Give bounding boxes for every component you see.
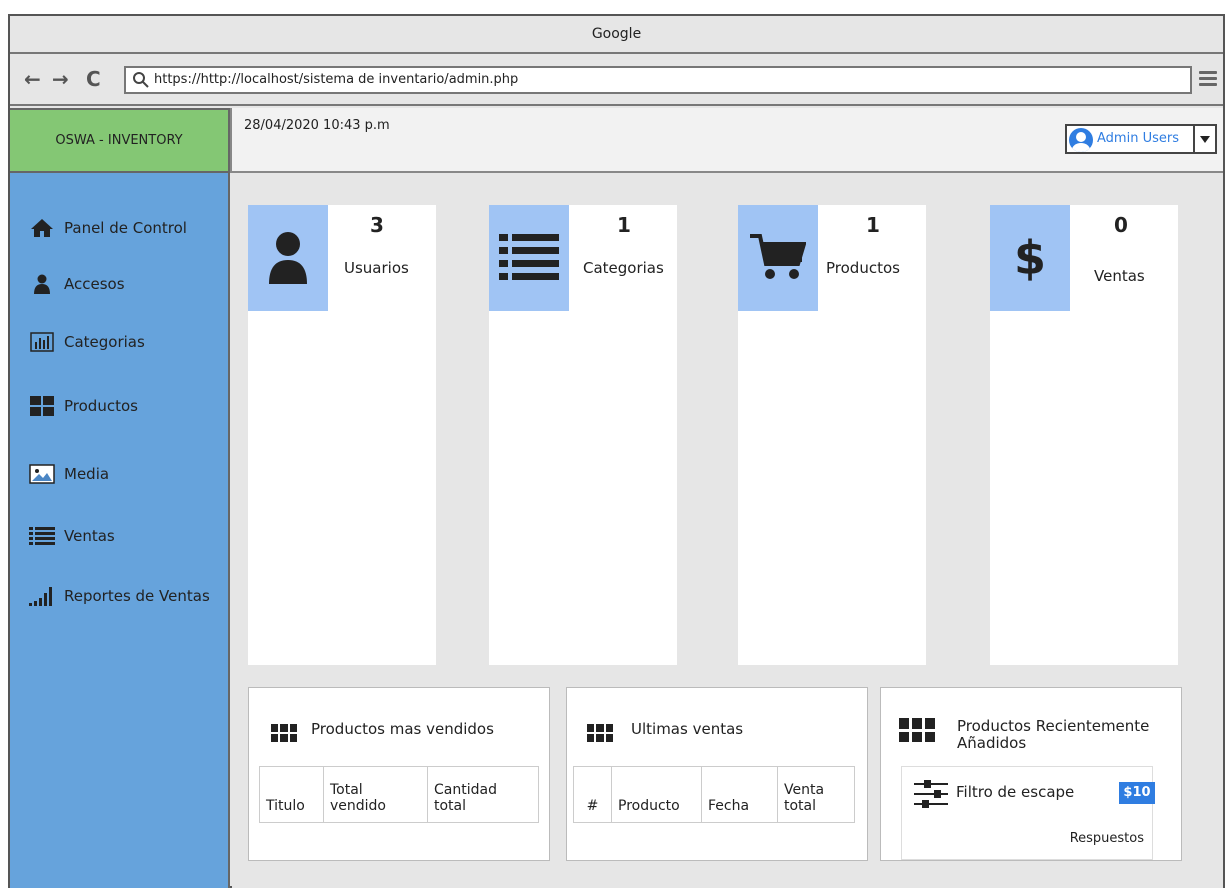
stat-tile xyxy=(248,205,328,311)
panel-title: Ultimas ventas xyxy=(631,720,744,738)
panel-recent-products: Productos Recientemente Añadidos Filtro … xyxy=(880,687,1182,861)
stat-label: Productos xyxy=(826,259,900,277)
image-icon xyxy=(28,463,56,485)
reload-icon[interactable]: C xyxy=(86,68,101,90)
column-header: Fecha xyxy=(701,766,778,823)
stat-label: Usuarios xyxy=(344,259,409,277)
sidebar-item-label: Ventas xyxy=(64,527,115,545)
stat-card-ventas[interactable]: $ 0 Ventas xyxy=(990,205,1178,665)
stat-tile xyxy=(489,205,569,311)
stat-value: 3 xyxy=(370,213,384,237)
chevron-down-icon[interactable] xyxy=(1193,126,1215,152)
sidebar-item-media[interactable]: Media xyxy=(28,461,109,487)
app-brand[interactable]: OSWA - INVENTORY xyxy=(10,108,230,173)
brand-label: OSWA - INVENTORY xyxy=(55,133,183,148)
grid-icon xyxy=(899,718,935,742)
main-content: 3 Usuarios 1 Categorias 1 Productos $ 0 … xyxy=(232,175,1223,888)
sidebar-item-label: Categorias xyxy=(64,333,145,351)
column-header: Cantidad total xyxy=(427,766,539,823)
home-icon xyxy=(28,217,56,239)
hamburger-menu-icon[interactable] xyxy=(1199,71,1217,87)
panel-title: Productos mas vendidos xyxy=(311,720,494,738)
top-bar: 28/04/2020 10:43 p.m Admin Users xyxy=(230,108,1223,173)
product-name: Filtro de escape xyxy=(956,783,1075,801)
sidebar-item-productos[interactable]: Productos xyxy=(28,393,138,419)
signal-bars-icon xyxy=(28,585,56,607)
price-badge: $10 xyxy=(1119,782,1155,804)
sidebar-item-ventas[interactable]: Ventas xyxy=(28,523,115,549)
user-avatar-icon xyxy=(1069,128,1093,152)
column-header: # xyxy=(573,766,612,823)
recent-product-item[interactable]: Filtro de escape $10 Respuestos xyxy=(901,766,1155,860)
stat-tile xyxy=(738,205,818,311)
forward-icon[interactable]: → xyxy=(52,68,69,90)
url-input[interactable]: https://http://localhost/sistema de inve… xyxy=(124,66,1192,94)
sliders-icon xyxy=(914,780,948,808)
browser-title-bar: Google xyxy=(10,16,1223,54)
user-icon xyxy=(28,273,56,295)
stat-card-categorias[interactable]: 1 Categorias xyxy=(489,205,677,665)
sidebar-item-categorias[interactable]: Categorias xyxy=(28,329,145,355)
current-datetime: 28/04/2020 10:43 p.m xyxy=(244,118,390,133)
product-category: Respuestos xyxy=(1069,831,1144,846)
stat-label: Categorias xyxy=(583,259,664,277)
table-header-row: Titulo Total vendido Cantidad total xyxy=(259,766,539,823)
cart-icon xyxy=(750,234,806,279)
panel-latest-sales: Ultimas ventas # Producto Fecha Venta to… xyxy=(566,687,868,861)
stat-value: 1 xyxy=(617,213,631,237)
column-header: Venta total xyxy=(777,766,855,823)
stat-value: 0 xyxy=(1114,213,1128,237)
user-label: Admin Users xyxy=(1097,131,1179,146)
sidebar-item-label: Productos xyxy=(64,397,138,415)
column-header: Producto xyxy=(611,766,702,823)
stat-card-usuarios[interactable]: 3 Usuarios xyxy=(248,205,436,665)
sidebar-item-panel-de-control[interactable]: Panel de Control xyxy=(28,215,187,241)
sidebar-item-reportes-de-ventas[interactable]: Reportes de Ventas xyxy=(28,583,210,609)
panel-title: Productos Recientemente Añadidos xyxy=(957,717,1150,752)
column-header: Titulo xyxy=(259,766,324,823)
browser-title: Google xyxy=(591,26,642,42)
list-icon xyxy=(499,234,559,280)
sidebar-item-label: Panel de Control xyxy=(64,219,187,237)
user-icon xyxy=(269,232,307,284)
bar-chart-icon xyxy=(28,331,56,353)
best-sellers-table: Titulo Total vendido Cantidad total xyxy=(259,766,539,823)
column-header: Total vendido xyxy=(323,766,428,823)
stat-value: 1 xyxy=(866,213,880,237)
user-dropdown[interactable]: Admin Users xyxy=(1065,124,1217,154)
stat-label: Ventas xyxy=(1094,267,1145,285)
browser-window: Google ← → C https://http://localhost/si… xyxy=(8,14,1225,888)
url-text: https://http://localhost/sistema de inve… xyxy=(154,72,519,87)
table-header-row: # Producto Fecha Venta total xyxy=(573,766,855,823)
panel-best-sellers: Productos mas vendidos Titulo Total vend… xyxy=(248,687,550,861)
sidebar-item-label: Media xyxy=(64,465,110,483)
list-icon xyxy=(28,525,56,547)
sidebar-item-label: Accesos xyxy=(64,275,125,293)
search-icon xyxy=(133,72,149,88)
sidebar: Panel de Control Accesos Categorias Prod… xyxy=(10,173,230,888)
sidebar-item-label: Reportes de Ventas xyxy=(64,587,210,605)
stat-card-productos[interactable]: 1 Productos xyxy=(738,205,926,665)
latest-sales-table: # Producto Fecha Venta total xyxy=(573,766,855,823)
stat-tile: $ xyxy=(990,205,1070,311)
back-icon[interactable]: ← xyxy=(24,68,41,90)
sidebar-item-accesos[interactable]: Accesos xyxy=(28,271,125,297)
grid-icon xyxy=(587,724,613,742)
grid-icon xyxy=(271,724,297,742)
grid-icon xyxy=(28,395,56,417)
address-bar: ← → C https://http://localhost/sistema d… xyxy=(10,54,1223,106)
dollar-icon: $ xyxy=(1013,231,1046,285)
